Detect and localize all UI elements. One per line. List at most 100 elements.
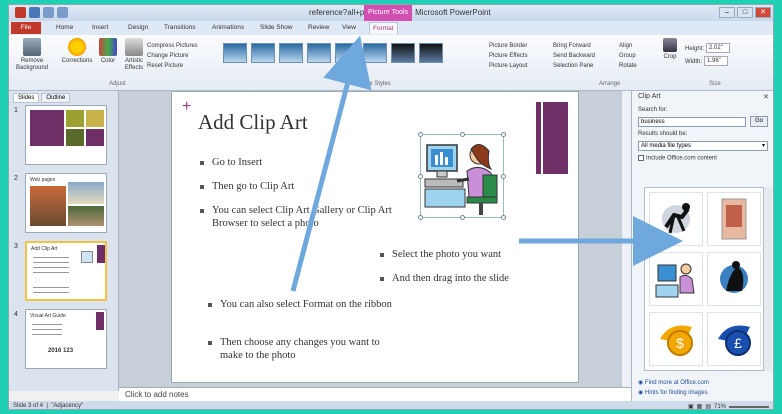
tab-format[interactable]: Format [369,22,398,34]
bullet-7[interactable]: Then choose any changes you want to make… [208,336,388,362]
slide-canvas[interactable]: + Add Clip Art Go to Insert Then go to C… [171,91,579,383]
change-picture-button[interactable]: Change Picture [147,51,198,61]
size-controls: Height: 2.02" Width: 1.96" [685,43,731,69]
maximize-button[interactable]: □ [737,7,753,18]
powerpoint-window: reference?all+powerpoint[1] - Microsoft … [8,4,774,410]
tab-insert[interactable]: Insert [89,22,111,34]
accent-bar [536,102,568,174]
go-button[interactable]: Go [750,116,768,127]
tab-file[interactable]: File [11,22,41,34]
reading-view-icon[interactable]: ▤ [705,402,711,409]
bullet-1[interactable]: Go to Insert [200,156,400,169]
notes-pane[interactable]: Click to add notes [119,387,631,401]
resize-handle[interactable] [501,132,506,137]
corrections-button[interactable]: Corrections [61,38,93,74]
zoom-slider[interactable] [729,406,769,408]
picture-style-4[interactable] [307,43,331,63]
photo-clipart-icon [721,198,747,240]
resize-handle[interactable] [418,174,423,179]
resize-handle[interactable] [460,215,465,220]
tab-home[interactable]: Home [53,22,76,34]
search-input[interactable]: business [638,117,746,127]
resize-handle[interactable] [418,215,423,220]
compress-pictures-button[interactable]: Compress Pictures [147,41,198,51]
result-silhouette-clipart[interactable] [707,252,761,306]
color-button[interactable]: Color [95,38,121,74]
reset-picture-button[interactable]: Reset Picture [147,61,198,71]
bullet-6[interactable]: You can also select Format on the ribbon [208,298,398,311]
result-dollar-clipart[interactable]: $ [649,312,703,366]
slide-title[interactable]: Add Clip Art [198,110,308,135]
slide-vertical-scrollbar[interactable] [621,91,631,387]
result-runner-clipart[interactable] [649,192,703,246]
zoom-level[interactable]: 71% [714,402,726,409]
quick-access-toolbar [15,7,68,18]
app-icon[interactable] [15,7,26,18]
undo-icon[interactable] [43,7,54,18]
result-computer-user-clipart[interactable] [649,252,703,306]
picture-layout-button[interactable]: Picture Layout [489,61,528,71]
close-icon[interactable]: ✕ [763,93,769,101]
redo-icon[interactable] [57,7,68,18]
include-office-checkbox[interactable]: Include Office.com content [638,155,717,162]
group-button[interactable]: Group [619,51,637,61]
slide-thumbnail-3[interactable]: Add Clip Art [25,241,107,301]
tab-transitions[interactable]: Transitions [161,22,199,34]
picture-effects-button[interactable]: Picture Effects [489,51,528,61]
result-pound-clipart[interactable]: £ [707,312,761,366]
send-backward-button[interactable]: Send Backward [553,51,595,61]
search-label: Search for: [638,107,668,113]
slide-thumbnail-1[interactable] [25,105,107,165]
minimize-button[interactable]: – [719,7,735,18]
slide-thumbnail-2[interactable]: Web pages [25,173,107,233]
bullet-3[interactable]: You can select Clip Art Gallery or Clip … [200,204,400,230]
height-field[interactable]: 2.02" [706,43,731,54]
slide-thumbnail-4[interactable]: Visual Art Guide 2016 123 [25,309,107,369]
clip-art-results: $ £ [644,187,764,371]
picture-border-button[interactable]: Picture Border [489,41,528,51]
resize-handle[interactable] [460,132,465,137]
tab-view[interactable]: View [339,22,359,34]
tab-slides[interactable]: Slides [13,93,40,103]
picture-tools-context-title: Picture Tools [364,5,412,21]
result-photo-clipart[interactable] [707,192,761,246]
sun-icon [68,38,86,56]
resize-handle[interactable] [501,215,506,220]
resize-handle[interactable] [418,132,423,137]
bullet-4[interactable]: Select the photo you want [380,248,576,261]
tab-review[interactable]: Review [305,22,332,34]
selection-pane-button[interactable]: Selection Pane [553,61,595,71]
picture-style-2[interactable] [251,43,275,63]
picture-style-3[interactable] [279,43,303,63]
picture-style-1[interactable] [223,43,247,63]
runner-clipart-icon [662,203,690,234]
picture-style-8[interactable] [419,43,443,63]
tab-animations[interactable]: Animations [209,22,247,34]
media-type-select[interactable]: All media file types ▾ [638,141,768,151]
clip-art-image[interactable] [418,132,506,220]
save-icon[interactable] [29,7,40,18]
rotate-button[interactable]: Rotate [619,61,637,71]
crop-button[interactable]: Crop [659,38,681,74]
align-button[interactable]: Align [619,41,637,51]
resize-handle[interactable] [501,174,506,179]
artistic-effects-button[interactable]: Artistic Effects [121,38,147,74]
tab-design[interactable]: Design [125,22,151,34]
picture-style-6[interactable] [363,43,387,63]
picture-style-5[interactable] [335,43,359,63]
tab-slide-show[interactable]: Slide Show [257,22,296,34]
close-button[interactable]: ✕ [755,7,771,18]
bullet-5[interactable]: And then drag into the slide [380,272,576,285]
normal-view-icon[interactable]: ▣ [688,402,694,409]
tab-outline[interactable]: Outline [41,93,71,103]
find-more-link[interactable]: ◉ Find more at Office.com [638,379,709,386]
slide-sorter-icon[interactable]: ▦ [697,402,703,409]
bring-forward-button[interactable]: Bring Forward [553,41,595,51]
remove-background-button[interactable]: Remove Background [15,38,49,74]
bullet-2[interactable]: Then go to Clip Art [200,180,400,193]
picture-format-list: Picture Border Picture Effects Picture L… [489,41,528,71]
width-field[interactable]: 1.96" [704,56,729,67]
picture-style-7[interactable] [391,43,415,63]
hints-link[interactable]: ◉ Hints for finding images [638,389,708,396]
results-scrollbar[interactable] [764,187,772,371]
